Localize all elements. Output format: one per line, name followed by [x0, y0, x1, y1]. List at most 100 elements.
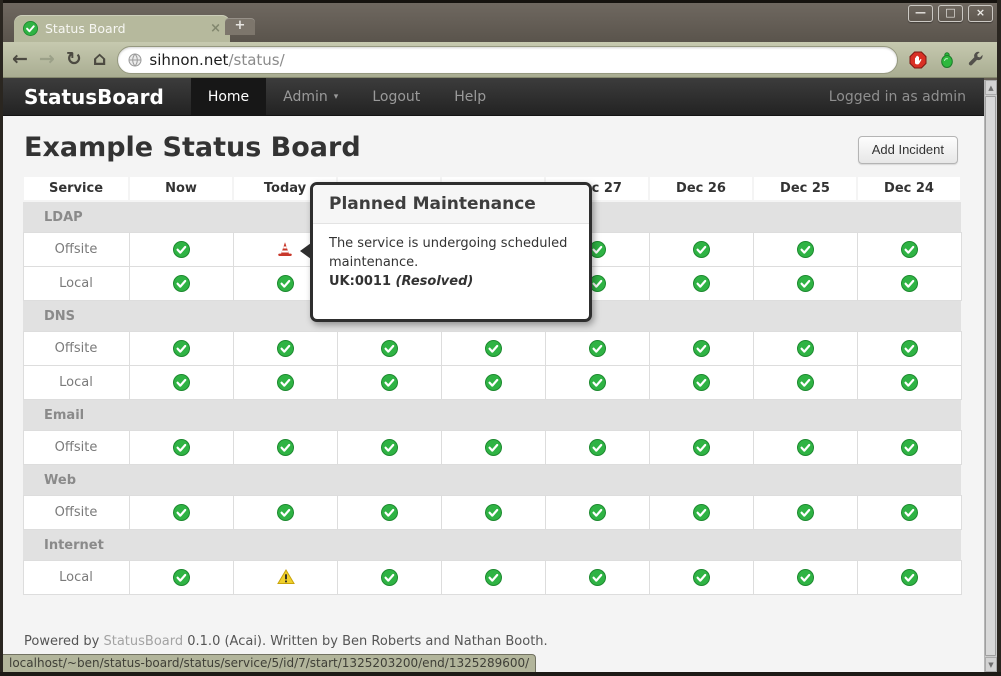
status-ok-icon[interactable] [381, 504, 398, 521]
caret-down-icon: ▾ [334, 92, 339, 102]
status-ok-icon[interactable] [277, 504, 294, 521]
nav-item-help[interactable]: Help [437, 78, 503, 115]
browser-toolbar: ← → ↻ ⌂ sihnon.net/status/ [3, 42, 997, 78]
status-ok-icon[interactable] [693, 241, 710, 258]
reload-icon[interactable]: ↻ [66, 50, 82, 69]
status-ok-icon[interactable] [797, 569, 814, 586]
scrollbar-thumb[interactable] [985, 96, 996, 656]
nav-item-admin[interactable]: Admin▾ [266, 78, 355, 115]
status-ok-icon[interactable] [173, 569, 190, 586]
wrench-icon[interactable] [967, 51, 984, 68]
status-cell [441, 431, 545, 465]
status-ok-icon[interactable] [277, 439, 294, 456]
back-icon[interactable]: ← [12, 50, 28, 69]
extension-green-icon[interactable] [940, 51, 954, 68]
status-ok-icon[interactable] [693, 439, 710, 456]
minimize-button[interactable]: — [908, 5, 933, 22]
nav-item-home[interactable]: Home [191, 78, 266, 115]
vertical-scrollbar[interactable]: ▲ ▼ [984, 80, 997, 672]
status-ok-icon[interactable] [901, 241, 918, 258]
footer-app-link[interactable]: StatusBoard [103, 634, 183, 649]
status-ok-icon[interactable] [173, 275, 190, 292]
status-ok-icon[interactable] [589, 569, 606, 586]
nav-item-label: Help [454, 89, 486, 105]
status-ok-icon[interactable] [901, 275, 918, 292]
browser-tab[interactable]: Status Board × [14, 15, 230, 42]
status-ok-icon[interactable] [485, 439, 502, 456]
status-ok-icon[interactable] [589, 374, 606, 391]
incident-id: UK:0011 [329, 274, 391, 289]
link-status-bar: localhost/~ben/status-board/status/servi… [3, 654, 536, 672]
status-cell [441, 561, 545, 595]
maximize-button[interactable]: □ [938, 5, 963, 22]
status-cell [753, 496, 857, 530]
status-ok-icon[interactable] [797, 439, 814, 456]
status-cell [753, 431, 857, 465]
status-ok-icon[interactable] [485, 569, 502, 586]
scroll-down-icon[interactable]: ▼ [985, 657, 997, 672]
status-ok-icon[interactable] [173, 439, 190, 456]
status-ok-icon[interactable] [693, 275, 710, 292]
status-ok-icon[interactable] [485, 374, 502, 391]
footer-credits: 0.1.0 (Acai). Written by Ben Roberts and… [183, 634, 548, 649]
status-ok-icon[interactable] [485, 504, 502, 521]
column-header: Now [129, 176, 233, 201]
status-ok-icon[interactable] [901, 340, 918, 357]
service-label: Offsite [23, 496, 129, 530]
column-header: Dec 26 [649, 176, 753, 201]
status-cell [337, 496, 441, 530]
window-border-right [997, 0, 1001, 676]
brand-logo[interactable]: StatusBoard [24, 85, 164, 109]
status-ok-icon[interactable] [797, 340, 814, 357]
status-cell [857, 366, 961, 400]
nav-item-logout[interactable]: Logout [355, 78, 437, 115]
close-button[interactable]: × [968, 5, 993, 22]
status-cell [233, 431, 337, 465]
status-ok-icon[interactable] [901, 569, 918, 586]
add-incident-button[interactable]: Add Incident [858, 136, 958, 164]
status-cell [129, 561, 233, 595]
status-ok-icon[interactable] [381, 374, 398, 391]
status-ok-icon[interactable] [797, 504, 814, 521]
new-tab-button[interactable]: + [225, 18, 255, 35]
status-ok-icon[interactable] [381, 340, 398, 357]
status-ok-icon[interactable] [589, 504, 606, 521]
status-ok-icon[interactable] [901, 504, 918, 521]
group-row: Internet [23, 530, 961, 561]
status-ok-icon[interactable] [381, 569, 398, 586]
status-ok-icon[interactable] [589, 439, 606, 456]
status-cell [649, 431, 753, 465]
status-ok-icon[interactable] [173, 241, 190, 258]
status-ok-icon[interactable] [277, 374, 294, 391]
status-ok-icon[interactable] [901, 374, 918, 391]
home-icon[interactable]: ⌂ [93, 50, 107, 69]
group-label: Email [23, 400, 961, 431]
status-ok-icon[interactable] [693, 569, 710, 586]
scroll-up-icon[interactable]: ▲ [985, 80, 997, 95]
status-ok-icon[interactable] [173, 374, 190, 391]
status-ok-icon[interactable] [693, 504, 710, 521]
status-ok-icon[interactable] [277, 340, 294, 357]
status-ok-icon[interactable] [485, 340, 502, 357]
maintenance-cone-icon[interactable] [277, 241, 294, 258]
forward-icon[interactable]: → [39, 50, 55, 69]
tooltip-message: The service is undergoing scheduled main… [329, 236, 567, 270]
address-bar[interactable]: sihnon.net/status/ [117, 46, 898, 74]
tab-close-icon[interactable]: × [210, 21, 221, 36]
status-ok-icon[interactable] [589, 340, 606, 357]
status-ok-icon[interactable] [797, 241, 814, 258]
status-ok-icon[interactable] [797, 374, 814, 391]
adblock-stop-icon[interactable] [909, 51, 927, 69]
status-cell [753, 366, 857, 400]
warning-icon[interactable] [277, 569, 294, 586]
status-ok-icon[interactable] [173, 504, 190, 521]
status-ok-icon[interactable] [693, 340, 710, 357]
status-ok-icon[interactable] [381, 439, 398, 456]
status-ok-icon[interactable] [901, 439, 918, 456]
status-ok-icon[interactable] [797, 275, 814, 292]
tooltip-arrow-icon [300, 243, 311, 259]
status-cell [545, 431, 649, 465]
status-ok-icon[interactable] [693, 374, 710, 391]
status-ok-icon[interactable] [173, 340, 190, 357]
status-ok-icon[interactable] [277, 275, 294, 292]
